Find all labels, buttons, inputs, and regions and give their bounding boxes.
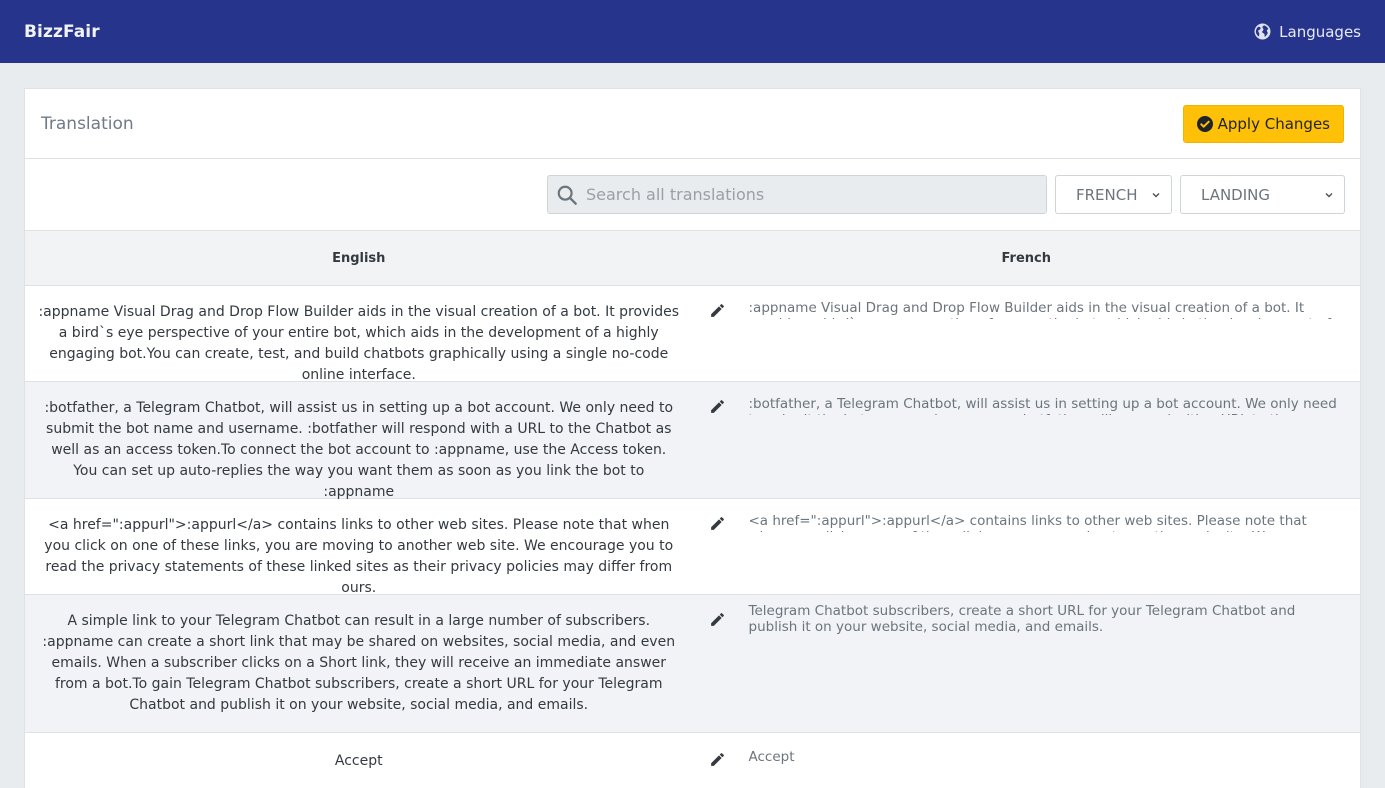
french-cell: :botfather, a Telegram Chatbot, will ass… [693,382,1361,498]
page-title: Translation [41,113,134,134]
french-cell: :appname Visual Drag and Drop Flow Build… [693,286,1361,381]
french-cell: Telegram Chatbot subscribers, create a s… [693,595,1361,732]
table-row: <a href=":appurl">:appurl</a> contains l… [25,499,1361,596]
english-text: :botfather, a Telegram Chatbot, will ass… [44,400,674,500]
french-translation-field[interactable]: Accept [735,749,795,768]
french-translation-field[interactable]: <a href=":appurl">:appurl</a> contains l… [735,513,1345,532]
languages-menu[interactable]: Languages [1254,23,1361,41]
search-icon [557,185,577,205]
globe-icon [1254,23,1271,40]
table-row: Accept Accept [25,733,1360,788]
page-group-select-value: LANDING [1201,185,1271,204]
table-row: A simple link to your Telegram Chatbot c… [25,595,1360,733]
column-header-french: French [1001,250,1052,266]
apply-changes-button[interactable]: Apply Changes [1182,104,1344,143]
top-navbar: BizzFair Languages [0,0,1385,63]
chevron-down-icon [1152,192,1160,197]
table-row: :appname Visual Drag and Drop Flow Build… [25,286,1361,383]
page-group-select[interactable]: LANDING [1180,175,1345,214]
apply-changes-label: Apply Changes [1217,114,1330,133]
english-text: :appname Visual Drag and Drop Flow Build… [38,304,680,383]
column-header-english: English [332,250,386,266]
chevron-down-icon [1325,192,1333,197]
filter-bar: FRENCH LANDING [25,159,1360,231]
french-translation-field[interactable]: Telegram Chatbot subscribers, create a s… [735,603,1345,636]
pencil-icon[interactable] [709,609,735,632]
table-row: :botfather, a Telegram Chatbot, will ass… [25,382,1361,500]
card-header: Translation Apply Changes [25,89,1360,159]
translation-card: Translation Apply Changes FRENCH LANDING… [24,88,1361,788]
english-text: A simple link to your Telegram Chatbot c… [42,613,676,713]
brand-logo[interactable]: BizzFair [24,22,100,42]
french-cell: Accept [693,733,1361,788]
pencil-icon[interactable] [709,513,735,536]
pencil-icon[interactable] [709,300,735,323]
french-cell: <a href=":appurl">:appurl</a> contains l… [693,499,1361,594]
english-text: <a href=":appurl">:appurl</a> contains l… [44,517,674,596]
language-select-value: FRENCH [1076,185,1138,204]
search-box [547,175,1047,214]
search-input[interactable] [586,185,1016,204]
check-circle-icon [1196,115,1213,132]
french-translation-field[interactable]: :appname Visual Drag and Drop Flow Build… [735,300,1345,319]
language-select[interactable]: FRENCH [1055,175,1172,214]
languages-label: Languages [1279,22,1361,41]
table-header: English French [25,231,1360,286]
pencil-icon[interactable] [709,396,735,419]
english-text: Accept [334,753,383,769]
french-translation-field[interactable]: :botfather, a Telegram Chatbot, will ass… [735,396,1345,415]
pencil-icon[interactable] [709,749,735,772]
